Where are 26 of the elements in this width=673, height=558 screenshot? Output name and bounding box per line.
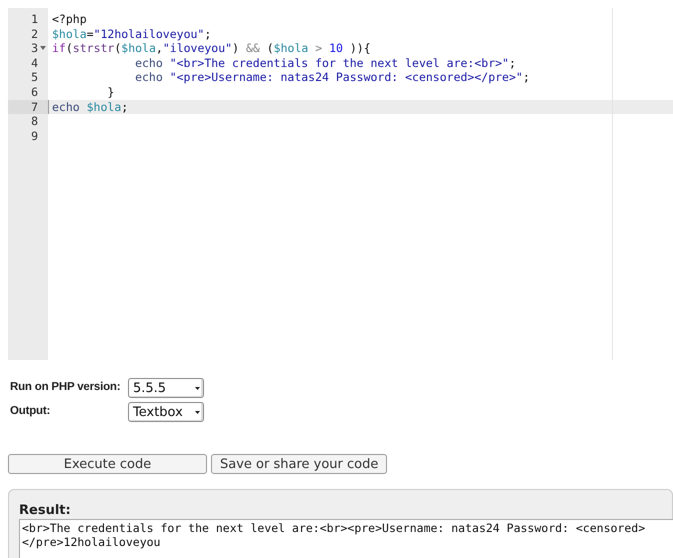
line-number: 1 — [31, 12, 38, 27]
save-button[interactable]: Save or share your code — [211, 454, 388, 474]
dropdown-select[interactable]: Textbox — [128, 402, 204, 422]
line-number: 3 — [31, 41, 38, 56]
result-title: Result: — [19, 503, 72, 519]
field-label: Output: — [10, 404, 52, 417]
line-number: 7 — [31, 100, 38, 114]
code-line: $hola="12holailoveyou"; — [52, 26, 212, 42]
code-line: if(strstr($hola,"iloveyou") && ($hola > 10 )){ — [52, 41, 371, 56]
caret-icon — [195, 386, 200, 390]
result-textbox[interactable]: <br>The credentials for the next level are:<br><pre>Username: natas24 Password: <censored> </pre>12holailoveyou — [19, 519, 673, 558]
execute-button[interactable]: Execute code — [8, 454, 207, 474]
line-number: 2 — [31, 26, 38, 42]
line-number: 6 — [31, 84, 38, 100]
code-line: echo "<br>The credentials for the next level are:<br>"; — [135, 56, 516, 70]
line-number: 4 — [31, 56, 38, 70]
line-number: 5 — [31, 70, 38, 85]
caret-icon — [195, 410, 200, 414]
line-number: 9 — [31, 128, 38, 144]
field-label: Run on PHP version: — [10, 380, 122, 393]
dropdown-select[interactable]: 5.5.5 — [128, 378, 204, 398]
code-line: echo $hola; — [52, 100, 128, 114]
code-line: } — [107, 84, 114, 100]
line-number: 8 — [31, 114, 38, 129]
code-line: <?php — [52, 12, 87, 27]
code-line: echo "<pre>Username: natas24 Password: <censored></pre>"; — [135, 70, 530, 85]
